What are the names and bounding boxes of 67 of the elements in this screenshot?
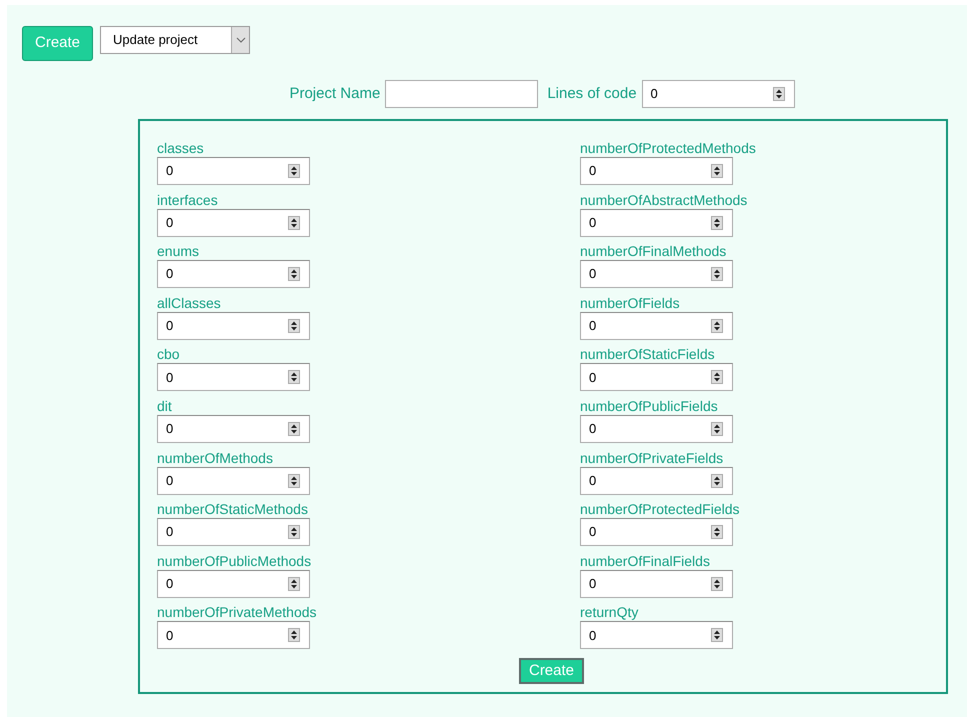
field-label: numberOfStaticMethods xyxy=(157,500,308,518)
field-label: cbo xyxy=(157,345,180,364)
number-field[interactable]: 0 xyxy=(580,466,733,495)
number-field[interactable]: 0 xyxy=(157,208,310,237)
field-label: numberOfFields xyxy=(580,294,680,312)
spinner-arrows-icon[interactable] xyxy=(711,370,723,384)
mode-select[interactable]: Update project xyxy=(100,26,250,54)
number-field[interactable]: 0 xyxy=(157,157,310,185)
spinner-arrows-icon[interactable] xyxy=(711,525,723,540)
number-field[interactable]: 0 xyxy=(580,518,733,546)
field-label: numberOfPublicMethods xyxy=(157,552,312,570)
field-label: classes xyxy=(157,139,204,157)
field-label: numberOfPublicFields xyxy=(580,396,718,415)
field-label: numberOfFinalFields xyxy=(580,552,710,570)
project-name-field[interactable] xyxy=(385,80,538,108)
number-field[interactable]: 0 xyxy=(157,363,310,392)
number-field[interactable]: 0 xyxy=(580,570,733,598)
field-label: Lines of code xyxy=(547,84,637,104)
spinner-arrows-icon[interactable] xyxy=(288,422,300,436)
spinner-arrows-icon[interactable] xyxy=(288,216,300,230)
spinner-arrows-icon[interactable] xyxy=(711,576,723,591)
number-field[interactable]: 0 xyxy=(580,157,733,185)
number-field[interactable]: 0 xyxy=(580,260,733,288)
number-field[interactable]: 0 xyxy=(580,621,733,650)
spinner-arrows-icon[interactable] xyxy=(711,216,723,230)
field-label: Project Name xyxy=(289,84,380,104)
number-field[interactable]: 0 xyxy=(580,312,733,340)
spinner-arrows-icon[interactable] xyxy=(772,87,785,101)
field-label: numberOfMethods xyxy=(157,448,273,467)
field-label: numberOfProtectedFields xyxy=(580,500,740,518)
number-field[interactable]: 0 xyxy=(580,208,733,237)
spinner-arrows-icon[interactable] xyxy=(711,422,723,436)
number-field[interactable]: 0 xyxy=(642,80,795,108)
spinner-arrows-icon[interactable] xyxy=(288,164,300,178)
field-label: numberOfPrivateFields xyxy=(580,448,724,467)
field-label: dit xyxy=(157,396,172,415)
number-field[interactable]: 0 xyxy=(157,518,310,546)
spinner-arrows-icon[interactable] xyxy=(711,628,723,642)
spinner-arrows-icon[interactable] xyxy=(711,318,723,333)
number-field[interactable]: 0 xyxy=(157,621,310,650)
field-label: interfaces xyxy=(157,190,218,209)
field-label: enums xyxy=(157,242,200,260)
spinner-arrows-icon[interactable] xyxy=(288,628,300,642)
spinner-arrows-icon[interactable] xyxy=(288,370,300,384)
number-field[interactable]: 0 xyxy=(157,312,310,340)
spinner-arrows-icon[interactable] xyxy=(711,267,723,282)
number-field[interactable]: 0 xyxy=(157,570,310,598)
number-field[interactable]: 0 xyxy=(157,466,310,495)
spinner-arrows-icon[interactable] xyxy=(288,474,300,488)
field-label: numberOfStaticFields xyxy=(580,345,715,364)
field-label: numberOfFinalMethods xyxy=(580,242,726,260)
field-label: numberOfAbstractMethods xyxy=(580,190,748,209)
number-field[interactable]: 0 xyxy=(157,414,310,443)
spinner-arrows-icon[interactable] xyxy=(288,318,300,333)
field-label: allClasses xyxy=(157,294,221,312)
field-label: numberOfPrivateMethods xyxy=(157,603,317,622)
field-label: numberOfProtectedMethods xyxy=(580,139,756,157)
spinner-arrows-icon[interactable] xyxy=(711,164,723,178)
spinner-arrows-icon[interactable] xyxy=(711,474,723,488)
number-field[interactable]: 0 xyxy=(580,414,733,443)
number-field[interactable]: 0 xyxy=(580,363,733,392)
field-label: returnQty xyxy=(580,603,638,622)
spinner-arrows-icon[interactable] xyxy=(288,267,300,282)
spinner-arrows-icon[interactable] xyxy=(288,525,300,540)
spinner-arrows-icon[interactable] xyxy=(288,576,300,591)
dropdown-caret-icon xyxy=(231,27,250,53)
number-field[interactable]: 0 xyxy=(157,260,310,288)
